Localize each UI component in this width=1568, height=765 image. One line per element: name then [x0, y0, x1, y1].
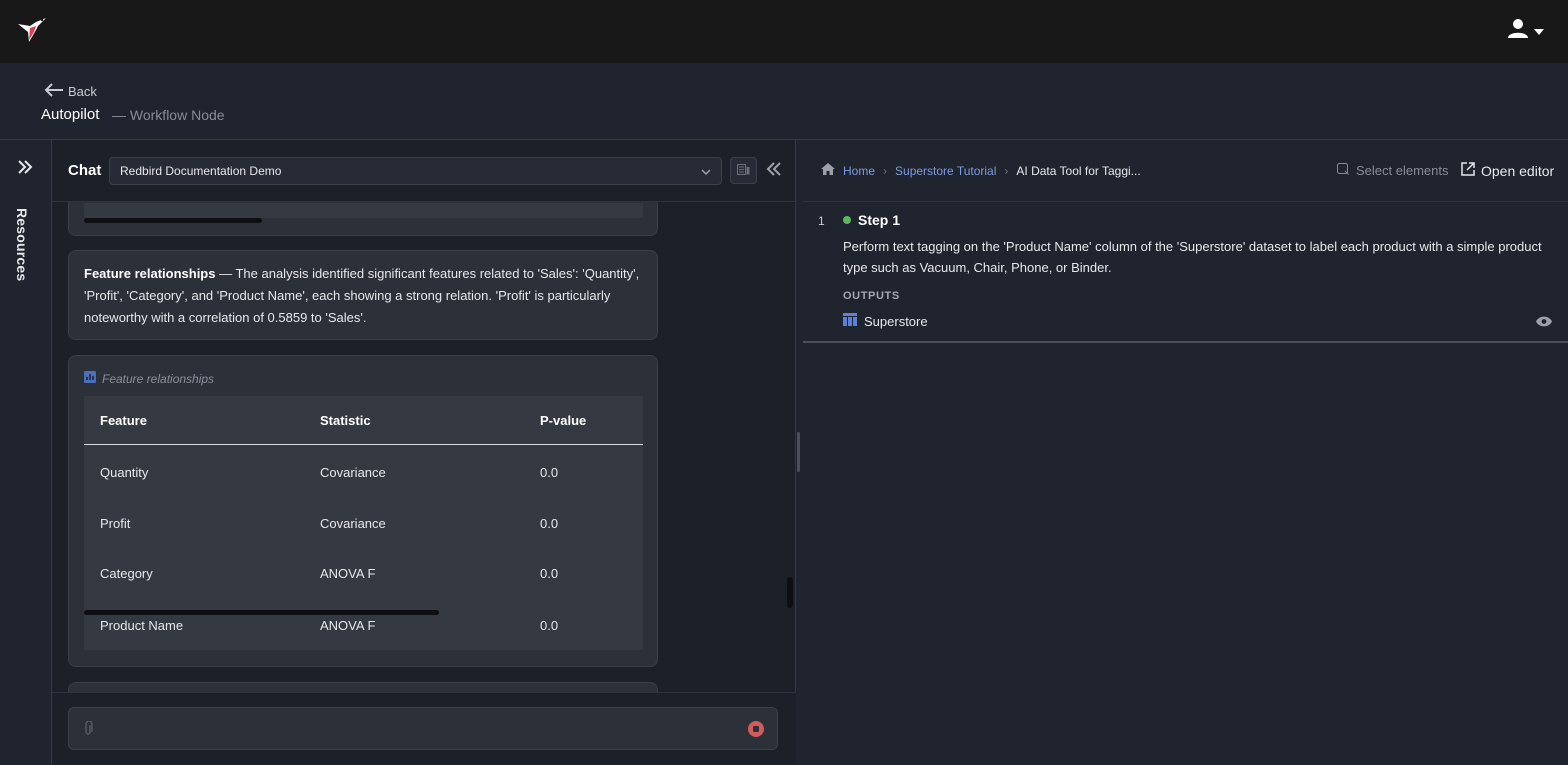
table-cell: 0.0 — [540, 465, 559, 480]
table-caption-text: Feature relationships — [102, 371, 215, 386]
table-cell: Product Name — [100, 618, 184, 633]
external-link-icon — [1461, 162, 1475, 179]
stop-button[interactable] — [748, 721, 764, 737]
user-menu[interactable] — [1508, 18, 1544, 43]
chat-input[interactable] — [68, 707, 778, 750]
message-heading: Feature relationships — [84, 266, 216, 281]
column-header[interactable]: Statistic — [320, 413, 371, 428]
panel-resize-handle[interactable] — [797, 432, 800, 472]
table-caption: Feature relationships — [84, 371, 214, 386]
chat-panel: Chat Redbird Documentation Demo Feature … — [52, 140, 796, 765]
column-header[interactable]: P-value — [540, 413, 586, 428]
user-avatar-icon — [1508, 18, 1528, 43]
resources-rail: Resources — [0, 140, 52, 765]
horizontal-scrollbar[interactable] — [84, 610, 439, 615]
chevron-right-icon: › — [883, 163, 888, 178]
hummingbird-logo-icon[interactable] — [16, 16, 50, 46]
table-cell: 0.0 — [540, 618, 559, 633]
select-elements-button[interactable]: Select elements — [1337, 163, 1449, 178]
table-cell: Covariance — [320, 465, 386, 480]
breadcrumb-project[interactable]: Superstore Tutorial — [895, 164, 996, 178]
step-description: Perform text tagging on the 'Product Nam… — [843, 239, 1542, 275]
table-card: Feature relationships Feature Statistic … — [68, 355, 658, 667]
archive-button[interactable] — [730, 157, 757, 184]
page-title: Autopilot — [41, 106, 100, 123]
column-header[interactable]: Feature — [100, 413, 147, 428]
table-row: Product Name ANOVA F 0.0 — [84, 599, 643, 650]
conversation-select-value: Redbird Documentation Demo — [120, 164, 282, 178]
conversation-select[interactable]: Redbird Documentation Demo — [109, 157, 722, 185]
table-header: Feature Statistic P-value — [84, 396, 643, 445]
resources-label[interactable]: Resources — [14, 208, 30, 281]
double-chevron-right-icon — [17, 160, 33, 178]
workflow-panel: Home › Superstore Tutorial › AI Data Too… — [803, 140, 1568, 765]
arrow-left-icon — [44, 83, 64, 100]
table-cell: Covariance — [320, 516, 386, 531]
message-card — [68, 682, 658, 692]
outputs-label: OUTPUTS — [843, 290, 900, 302]
select-box-icon — [1337, 163, 1349, 178]
breadcrumb-home[interactable]: Home — [843, 164, 875, 178]
back-button[interactable]: Back — [44, 83, 97, 100]
chat-composer — [52, 692, 796, 765]
vertical-scrollbar[interactable] — [787, 577, 793, 608]
collapse-chat-button[interactable] — [766, 162, 782, 181]
table-row: Quantity Covariance 0.0 — [84, 446, 643, 497]
message-card: Feature relationships — The analysis ide… — [68, 250, 658, 340]
archive-icon — [737, 162, 750, 180]
divider — [803, 201, 1568, 202]
top-bar — [0, 0, 1568, 63]
double-chevron-left-icon — [766, 162, 782, 180]
open-editor-button[interactable]: Open editor — [1461, 162, 1554, 179]
table-row: Category ANOVA F 0.0 — [84, 547, 643, 598]
table-cell: Profit — [100, 516, 131, 531]
table-stub — [84, 203, 643, 218]
page-header: Back Autopilot — Workflow Node — [0, 63, 1568, 140]
table-icon — [843, 313, 857, 329]
table-cell: ANOVA F — [320, 618, 376, 633]
chevron-right-icon: › — [1004, 163, 1009, 178]
chevron-down-icon — [701, 165, 711, 179]
paperclip-icon[interactable] — [83, 720, 93, 742]
step-number: 1 — [818, 214, 825, 228]
eye-icon[interactable] — [1536, 314, 1552, 332]
table-cell: 0.0 — [540, 516, 559, 531]
table-cell: Quantity — [100, 465, 149, 480]
chart-icon — [84, 371, 96, 386]
table-row: Profit Covariance 0.0 — [84, 497, 643, 548]
step-status-indicator — [843, 216, 851, 224]
chat-title: Chat — [68, 162, 102, 179]
stop-icon — [753, 726, 759, 732]
open-editor-label: Open editor — [1481, 162, 1555, 179]
table-cell: ANOVA F — [320, 566, 376, 581]
table-cell: Category — [100, 566, 153, 581]
output-dataset-name: Superstore — [864, 313, 928, 329]
back-label: Back — [68, 84, 97, 99]
horizontal-scrollbar[interactable] — [84, 218, 262, 223]
home-icon[interactable] — [821, 163, 835, 178]
chevron-down-icon — [1534, 22, 1544, 40]
chat-messages[interactable]: Feature relationships — The analysis ide… — [52, 202, 796, 692]
expand-resources-button[interactable] — [17, 160, 33, 179]
breadcrumb: Home › Superstore Tutorial › AI Data Too… — [821, 163, 1141, 178]
select-elements-label: Select elements — [1356, 163, 1449, 178]
step-divider — [803, 341, 1568, 343]
output-dataset[interactable]: Superstore — [843, 313, 928, 329]
breadcrumb-current: AI Data Tool for Taggi... — [1016, 163, 1141, 178]
chat-header: Chat Redbird Documentation Demo — [52, 140, 796, 202]
table-cell: 0.0 — [540, 566, 559, 581]
page-subtitle: — Workflow Node — [112, 107, 225, 123]
step-title[interactable]: Step 1 — [858, 212, 900, 228]
message-card — [68, 202, 658, 236]
